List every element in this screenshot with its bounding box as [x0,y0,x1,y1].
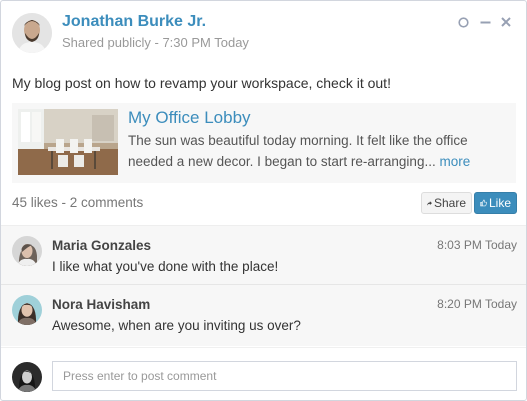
like-button-label: Like [488,196,511,210]
share-button[interactable]: Share [421,192,472,214]
comment-input[interactable] [52,361,517,391]
comment-time: 8:03 PM Today [437,238,517,252]
circle-icon[interactable] [456,15,470,29]
comments-section: Maria Gonzales 8:03 PM Today I like what… [1,225,526,346]
minus-icon[interactable] [478,15,492,29]
attachment-block: My Office Lobby The sun was beautiful to… [12,103,516,183]
attachment-description-text: The sun was beautiful today morning. It … [128,133,468,169]
post-stats: 45 likes - 2 comments [12,195,144,210]
attachment-image[interactable] [18,109,118,175]
post-text: My blog post on how to revamp your works… [12,75,391,91]
attachment-title[interactable]: My Office Lobby [128,108,251,128]
share-arrow-icon [427,200,432,206]
commenter-name[interactable]: Maria Gonzales [52,238,151,253]
author-avatar[interactable] [12,13,52,53]
post-meta: Shared publicly - 7:30 PM Today [62,35,249,50]
commenter-avatar[interactable] [12,295,42,325]
more-link[interactable]: more [439,154,470,169]
commenter-avatar[interactable] [12,236,42,266]
comment-item: Maria Gonzales 8:03 PM Today I like what… [1,226,526,284]
share-button-label: Share [433,196,466,210]
author-name[interactable]: Jonathan Burke Jr. [62,13,206,31]
like-button[interactable]: Like [474,192,517,214]
comment-time: 8:20 PM Today [437,297,517,311]
commenter-name[interactable]: Nora Havisham [52,297,150,312]
comment-item: Nora Havisham 8:20 PM Today Awesome, whe… [1,284,526,342]
attachment-description: The sun was beautiful today morning. It … [128,130,512,172]
post-card: Jonathan Burke Jr. Shared publicly - 7:3… [0,0,527,401]
post-header: Jonathan Burke Jr. Shared publicly - 7:3… [1,1,526,65]
close-icon[interactable] [499,15,513,29]
comment-footer [1,347,526,400]
current-user-avatar[interactable] [12,362,42,392]
thumbs-up-icon [480,199,487,207]
comment-text: Awesome, when are you inviting us over? [52,318,301,333]
comment-text: I like what you've done with the place! [52,259,279,274]
